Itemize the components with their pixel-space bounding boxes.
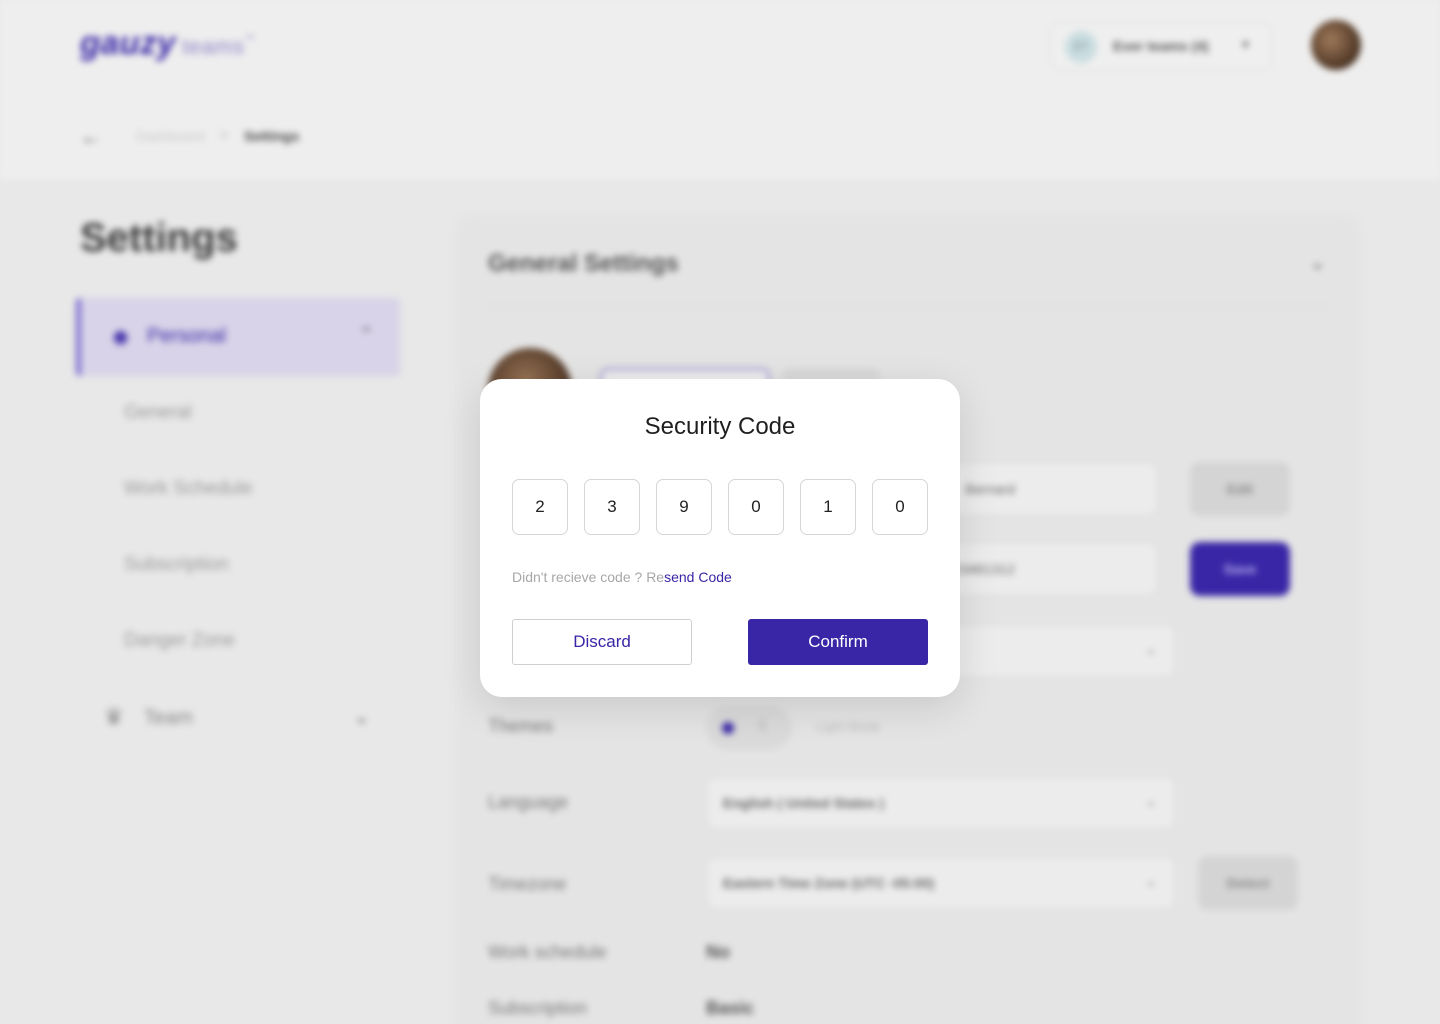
subscription-label: Subscription [488, 998, 588, 1018]
code-digit-input[interactable]: 9 [656, 479, 712, 535]
user-icon: ☻ [109, 324, 133, 349]
panel-title: General Settings [488, 250, 679, 277]
logo-tm: ™ [244, 34, 255, 45]
team-badge: ET [1065, 31, 1097, 63]
logo-sub: teams [182, 34, 245, 59]
subscription-value: Basic [706, 998, 755, 1018]
team-name: Ever teams (4) [1113, 38, 1209, 54]
logo[interactable]: gauzy teams™ [80, 24, 255, 62]
confirm-button[interactable]: Confirm [748, 619, 928, 665]
code-digit-input[interactable]: 0 [728, 479, 784, 535]
code-digit-input[interactable]: 0 [872, 479, 928, 535]
chevron-up-icon: ⌃ [358, 324, 374, 344]
code-digit-input[interactable]: 1 [800, 479, 856, 535]
sidebar-item-work-schedule[interactable]: Work Schedule [124, 478, 253, 500]
code-digit-input[interactable]: 3 [584, 479, 640, 535]
save-button[interactable]: Save [1190, 542, 1290, 596]
work-schedule-label: Work schedule [488, 942, 607, 962]
language-select[interactable]: English ( United States ) ⌄ [706, 776, 1176, 830]
themes-label: Themes [488, 716, 554, 736]
sidebar-item-label: Personal [147, 325, 226, 347]
security-code-modal: Security Code 2 3 9 0 1 0 Didn't recieve… [480, 379, 960, 697]
theme-toggle[interactable]: ☾ [706, 706, 792, 750]
theme-value: Light Mode [816, 719, 881, 734]
name-value: Bernard [965, 481, 1015, 497]
moon-icon: ☾ [758, 718, 773, 735]
page-title: Settings [80, 216, 238, 260]
chevron-down-icon: ⌄ [1145, 641, 1157, 657]
resend-prefix: Didn't recieve code ? Re [512, 569, 665, 585]
resend-code-link[interactable]: send Code [664, 569, 732, 585]
top-bar: gauzy teams™ ET Ever teams (4) ▾ ← Dashbo… [0, 0, 1440, 180]
chevron-down-icon: ⌄ [354, 707, 370, 727]
detect-button[interactable]: Detect [1198, 856, 1298, 910]
sidebar-item-personal[interactable]: ☻ Personal ⌃ [76, 298, 400, 376]
chevron-down-icon[interactable]: ⌄ [1309, 250, 1326, 275]
timezone-value: Eastern Time Zone (UTC -05:00) [723, 875, 935, 891]
sidebar-item-danger-zone[interactable]: Danger Zone [124, 630, 235, 652]
logo-text: gauzy [80, 24, 177, 61]
work-schedule-value: No [706, 942, 730, 962]
edit-button[interactable]: Edit [1190, 462, 1290, 516]
sidebar-item-general[interactable]: General [124, 402, 192, 424]
sidebar-item-subscription[interactable]: Subscription [124, 554, 229, 576]
breadcrumb-separator: > [220, 126, 229, 142]
language-value: English ( United States ) [723, 795, 885, 811]
timezone-label: Timezone [488, 874, 567, 894]
language-label: Language [488, 792, 569, 812]
chevron-down-icon: ⌄ [1145, 793, 1157, 809]
resend-prompt: Didn't recieve code ? Resend Code [512, 569, 732, 585]
avatar[interactable] [1311, 20, 1361, 70]
timezone-select[interactable]: Eastern Time Zone (UTC -05:00) ⌄ [706, 856, 1176, 910]
modal-title: Security Code [644, 413, 796, 440]
sidebar-item-label: Team [144, 707, 193, 729]
team-icon: ♛ [104, 704, 124, 729]
breadcrumb-dashboard[interactable]: Dashboard [136, 128, 205, 144]
divider [488, 306, 1328, 307]
team-switcher[interactable]: ET Ever teams (4) ▾ [1050, 22, 1272, 70]
code-digit-input[interactable]: 2 [512, 479, 568, 535]
chevron-down-icon: ⌄ [1145, 873, 1157, 889]
breadcrumb-settings: Settings [244, 128, 300, 144]
light-mode-dot [722, 722, 734, 734]
chevron-down-icon: ▾ [1241, 36, 1249, 52]
back-arrow-icon[interactable]: ← [80, 124, 102, 150]
discard-button[interactable]: Discard [512, 619, 692, 665]
